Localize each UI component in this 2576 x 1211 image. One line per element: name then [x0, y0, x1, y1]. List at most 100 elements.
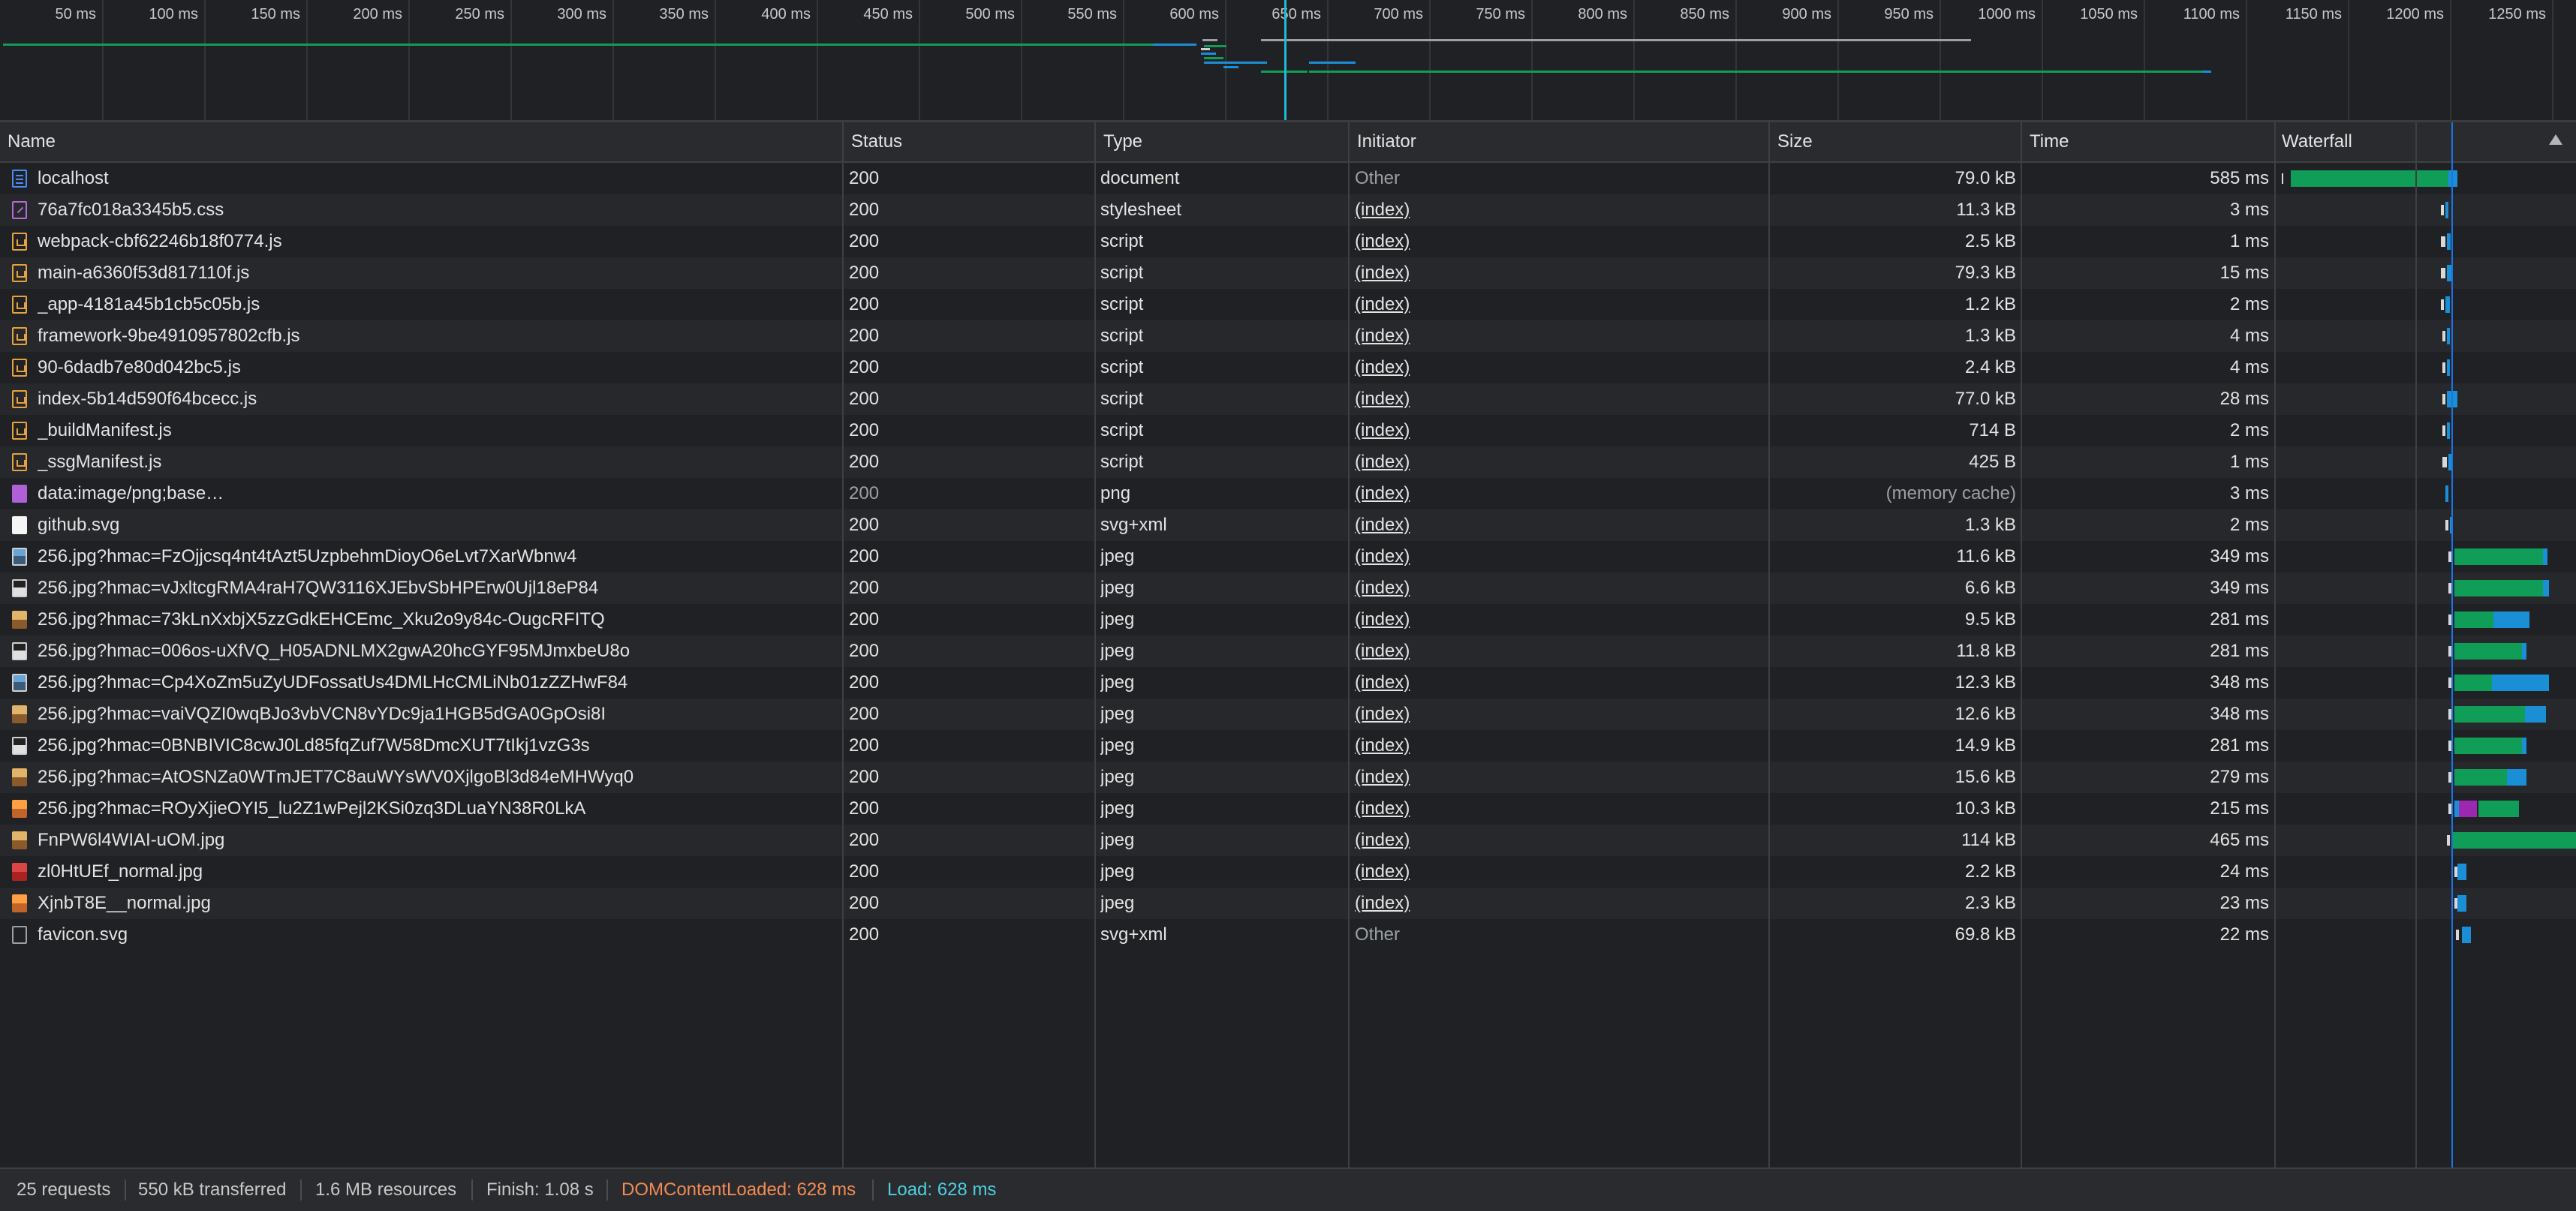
table-row[interactable]: 256.jpg?hmac=ROyXjieOYI5_lu2Z1wPejl2KSi0…	[0, 793, 2576, 825]
waterfall-cell[interactable]	[2277, 352, 2576, 383]
table-row[interactable]: 256.jpg?hmac=73kLnXxbjX5zzGdkEHCEmc_Xku2…	[0, 604, 2576, 636]
table-row[interactable]: index-5b14d590f64bcecc.js 200 script (index…	[0, 383, 2576, 415]
table-row[interactable]: _app-4181a45b1cb5c05b.js 200 script (index)…	[0, 289, 2576, 320]
request-initiator[interactable]: (index)	[1355, 793, 1760, 825]
request-name[interactable]: 76a7fc018a3345b5.css	[38, 194, 833, 226]
table-row[interactable]: FnPW6l4WIAI-uOM.jpg 200 jpeg (index) 114 kB 4…	[0, 825, 2576, 856]
waterfall-cell[interactable]	[2277, 415, 2576, 446]
request-initiator[interactable]: (index)	[1355, 289, 1760, 320]
waterfall-cell[interactable]	[2277, 194, 2576, 226]
request-name[interactable]: 90-6dadb7e80d042bc5.js	[38, 352, 833, 383]
waterfall-cell[interactable]	[2277, 226, 2576, 257]
request-initiator[interactable]: (index)	[1355, 636, 1760, 667]
request-name[interactable]: 256.jpg?hmac=ROyXjieOYI5_lu2Z1wPejl2KSi0…	[38, 793, 833, 825]
waterfall-cell[interactable]	[2277, 541, 2576, 572]
request-initiator[interactable]: (index)	[1355, 541, 1760, 572]
request-name[interactable]: 256.jpg?hmac=vJxltcgRMA4raH7QW3116XJEbvS…	[38, 572, 833, 604]
request-name[interactable]: github.svg	[38, 509, 833, 541]
waterfall-cell[interactable]	[2277, 478, 2576, 509]
table-row[interactable]: favicon.svg 200 svg+xml Other 69.8 kB 22 ms	[0, 919, 2576, 951]
request-name[interactable]: 256.jpg?hmac=006os-uXfVQ_H05ADNLMX2gwA20…	[38, 636, 833, 667]
request-initiator[interactable]: (index)	[1355, 856, 1760, 888]
column-header-time[interactable]: Time	[2022, 122, 2274, 161]
request-initiator[interactable]: (index)	[1355, 667, 1760, 699]
column-header-status[interactable]: Status	[844, 122, 1096, 161]
request-name[interactable]: 256.jpg?hmac=0BNBIVIC8cwJ0Ld85fqZuf7W58D…	[38, 730, 833, 762]
waterfall-cell[interactable]	[2277, 320, 2576, 352]
request-initiator[interactable]: (index)	[1355, 446, 1760, 478]
request-initiator[interactable]: (index)	[1355, 509, 1760, 541]
request-initiator[interactable]: (index)	[1355, 730, 1760, 762]
request-initiator[interactable]: (index)	[1355, 320, 1760, 352]
request-name[interactable]: FnPW6l4WIAI-uOM.jpg	[38, 825, 833, 856]
sort-ascending-icon[interactable]	[2549, 134, 2562, 145]
column-divider[interactable]	[2274, 122, 2276, 1167]
waterfall-cell[interactable]	[2277, 636, 2576, 667]
waterfall-cell[interactable]	[2277, 667, 2576, 699]
table-row[interactable]: github.svg 200 svg+xml (index) 1.3 kB 2 ms	[0, 509, 2576, 541]
request-initiator[interactable]: (index)	[1355, 194, 1760, 226]
request-name[interactable]: 256.jpg?hmac=AtOSNZa0WTmJET7C8auWYsWV0Xj…	[38, 762, 833, 793]
waterfall-cell[interactable]	[2277, 446, 2576, 478]
table-row[interactable]: framework-9be4910957802cfb.js 200 script (i…	[0, 320, 2576, 352]
request-name[interactable]: XjnbT8E__normal.jpg	[38, 888, 833, 919]
waterfall-cell[interactable]	[2277, 289, 2576, 320]
request-initiator[interactable]: (index)	[1355, 352, 1760, 383]
waterfall-cell[interactable]	[2277, 509, 2576, 541]
waterfall-cell[interactable]	[2277, 825, 2576, 856]
request-initiator[interactable]: (index)	[1355, 383, 1760, 415]
column-header-type[interactable]: Type	[1096, 122, 1350, 161]
request-name[interactable]: 256.jpg?hmac=73kLnXxbjX5zzGdkEHCEmc_Xku2…	[38, 604, 833, 636]
waterfall-cell[interactable]	[2277, 762, 2576, 793]
table-row[interactable]: _buildManifest.js 200 script (index) 714 B 2 …	[0, 415, 2576, 446]
timeline-overview[interactable]: 50 ms 100 ms 150 ms 200 ms 250 ms 300 ms 350 m…	[0, 0, 2576, 122]
table-row[interactable]: 256.jpg?hmac=vaiVQZI0wqBJo3vbVCN8vYDc9ja…	[0, 699, 2576, 730]
waterfall-cell[interactable]	[2277, 699, 2576, 730]
column-divider[interactable]	[842, 122, 844, 1167]
column-divider[interactable]	[1768, 122, 1770, 1167]
table-row[interactable]: 256.jpg?hmac=vJxltcgRMA4raH7QW3116XJEbvS…	[0, 572, 2576, 604]
waterfall-cell[interactable]	[2277, 856, 2576, 888]
table-row[interactable]: _ssgManifest.js 200 script (index) 425 B 1 ms	[0, 446, 2576, 478]
waterfall-cell[interactable]	[2277, 604, 2576, 636]
request-name[interactable]: index-5b14d590f64bcecc.js	[38, 383, 833, 415]
column-divider[interactable]	[2021, 122, 2022, 1167]
request-initiator[interactable]: (index)	[1355, 572, 1760, 604]
column-header-initiator[interactable]: Initiator	[1350, 122, 1770, 161]
request-name[interactable]: favicon.svg	[38, 919, 833, 951]
column-header-waterfall[interactable]: Waterfall	[2274, 122, 2576, 161]
request-initiator[interactable]: (index)	[1355, 257, 1760, 289]
request-initiator[interactable]: (index)	[1355, 226, 1760, 257]
waterfall-cell[interactable]	[2277, 919, 2576, 951]
column-header-size[interactable]: Size	[1770, 122, 2022, 161]
table-row[interactable]: XjnbT8E__normal.jpg 200 jpeg (index) 2.3 kB 2…	[0, 888, 2576, 919]
waterfall-cell[interactable]	[2277, 572, 2576, 604]
request-name[interactable]: _buildManifest.js	[38, 415, 833, 446]
column-divider[interactable]	[1094, 122, 1096, 1167]
request-name[interactable]: localhost	[38, 163, 833, 194]
request-initiator[interactable]: (index)	[1355, 415, 1760, 446]
request-initiator[interactable]: (index)	[1355, 825, 1760, 856]
table-row[interactable]: main-a6360f53d817110f.js 200 script (index)…	[0, 257, 2576, 289]
waterfall-cell[interactable]	[2277, 383, 2576, 415]
waterfall-cell[interactable]	[2277, 888, 2576, 919]
table-row[interactable]: 76a7fc018a3345b5.css 200 stylesheet (index)…	[0, 194, 2576, 226]
waterfall-cell[interactable]	[2277, 163, 2576, 194]
table-row[interactable]: 256.jpg?hmac=006os-uXfVQ_H05ADNLMX2gwA20…	[0, 636, 2576, 667]
request-initiator[interactable]: (index)	[1355, 604, 1760, 636]
request-name[interactable]: _app-4181a45b1cb5c05b.js	[38, 289, 833, 320]
table-row[interactable]: zl0HtUEf_normal.jpg 200 jpeg (index) 2.2 kB 2…	[0, 856, 2576, 888]
table-row[interactable]: 256.jpg?hmac=FzOjjcsq4nt4tAzt5UzpbehmDio…	[0, 541, 2576, 572]
table-row[interactable]: 90-6dadb7e80d042bc5.js 200 script (index) 2.…	[0, 352, 2576, 383]
request-name[interactable]: _ssgManifest.js	[38, 446, 833, 478]
request-name[interactable]: data:image/png;base…	[38, 478, 833, 509]
request-initiator[interactable]: (index)	[1355, 762, 1760, 793]
column-header-name[interactable]: Name	[0, 122, 844, 161]
column-divider[interactable]	[1348, 122, 1350, 1167]
request-name[interactable]: 256.jpg?hmac=vaiVQZI0wqBJo3vbVCN8vYDc9ja…	[38, 699, 833, 730]
table-row[interactable]: localhost 200 document Other 79.0 kB 585 ms	[0, 163, 2576, 194]
request-name[interactable]: 256.jpg?hmac=FzOjjcsq4nt4tAzt5UzpbehmDio…	[38, 541, 833, 572]
table-row[interactable]: webpack-cbf62246b18f0774.js 200 script (ind…	[0, 226, 2576, 257]
request-name[interactable]: main-a6360f53d817110f.js	[38, 257, 833, 289]
request-name[interactable]: webpack-cbf62246b18f0774.js	[38, 226, 833, 257]
